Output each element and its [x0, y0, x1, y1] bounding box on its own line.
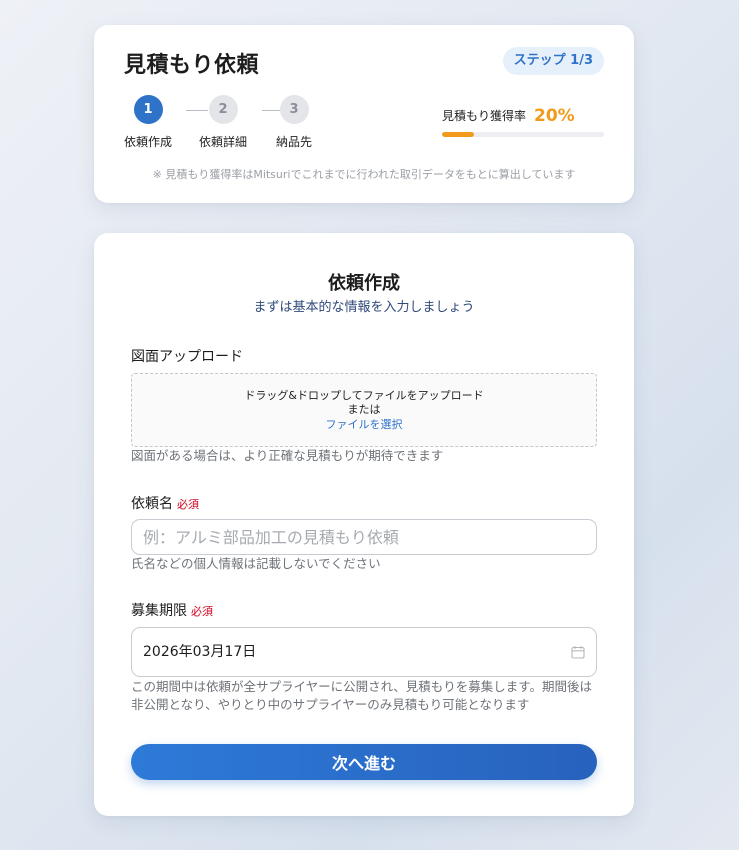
dropzone-or-text: または — [347, 403, 381, 416]
dropzone-text: ドラッグ&ドロップしてファイルをアップロード — [244, 389, 484, 402]
request-form-card: 依頼作成 まずは基本的な情報を入力しましょう 図面アップロード ドラッグ&ドロッ… — [94, 233, 634, 816]
rate-progress-bar — [442, 131, 604, 137]
required-badge: 必須 — [177, 498, 199, 511]
upload-help-text: 図面がある場合は、より正確な見積もりが期待できます — [131, 448, 444, 463]
step-2: 2 依頼詳細 — [193, 95, 253, 150]
step-number: 1 — [133, 95, 163, 124]
rate-label: 見積もり獲得率 — [442, 109, 527, 123]
progress-card: 見積もり依頼 ステップ 1/3 1 依頼作成 2 依頼詳細 3 納品先 見積もり… — [94, 25, 634, 203]
step-label: 依頼作成 — [123, 135, 172, 149]
form-title: 依頼作成 — [328, 273, 400, 294]
request-name-label: 依頼名 必須 — [131, 493, 199, 513]
deadline-value: 2026年03月17日 — [143, 644, 257, 660]
form-subtitle: まずは基本的な情報を入力しましょう — [253, 300, 475, 315]
step-label: 納品先 — [275, 135, 312, 149]
step-number: 2 — [208, 95, 238, 124]
required-badge: 必須 — [191, 605, 213, 618]
request-name-input[interactable] — [131, 519, 597, 555]
request-name-label-text: 依頼名 — [131, 496, 173, 512]
upload-label: 図面アップロード — [131, 349, 243, 365]
calendar-icon[interactable] — [571, 645, 585, 659]
step-badge: ステップ 1/3 — [502, 47, 604, 75]
rate-note: ※ 見積もり獲得率はMitsuriでこれまでに行われた取引データをもとに算出して… — [152, 168, 576, 181]
deadline-date-field[interactable]: 2026年03月17日 — [131, 627, 597, 677]
step-number: 3 — [279, 95, 309, 124]
page-title: 見積もり依頼 — [124, 53, 260, 78]
select-file-link[interactable]: ファイルを選択 — [132, 417, 596, 432]
next-button[interactable]: 次へ進む — [131, 744, 597, 780]
step-1: 1 依頼作成 — [118, 95, 178, 150]
deadline-label-text: 募集期限 — [131, 603, 187, 619]
quote-rate: 見積もり獲得率 20% — [442, 105, 604, 137]
request-name-help-text: 氏名などの個人情報は記載しないでください — [131, 556, 381, 571]
rate-progress-fill — [442, 131, 475, 137]
step-3: 3 納品先 — [264, 95, 324, 150]
stepper: 1 依頼作成 2 依頼詳細 3 納品先 — [122, 95, 322, 157]
deadline-label: 募集期限 必須 — [131, 600, 213, 620]
step-label: 依頼詳細 — [198, 135, 247, 149]
rate-value: 20% — [534, 105, 575, 126]
file-dropzone[interactable]: ドラッグ&ドロップしてファイルをアップロード または ファイルを選択 — [131, 373, 597, 447]
deadline-help-text: この期間中は依頼が全サプライヤーに公開され、見積もりを募集します。期間後は非公開… — [131, 679, 593, 712]
